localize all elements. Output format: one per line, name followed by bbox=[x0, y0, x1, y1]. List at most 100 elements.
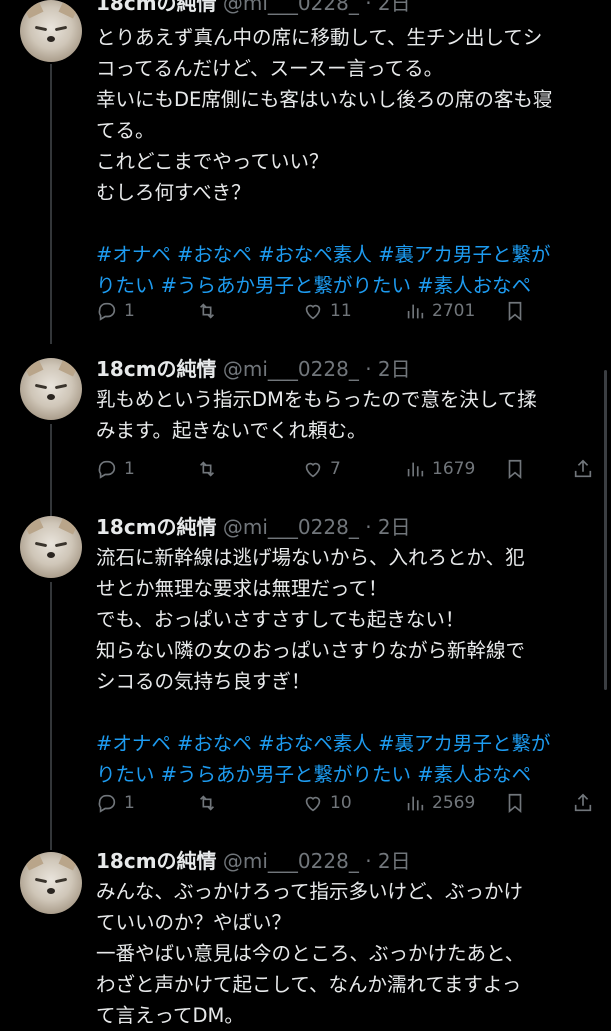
reply-button[interactable]: 1 bbox=[96, 788, 135, 818]
tweet[interactable]: 18cmの純情 @mi___0228_ · 2日 流石に新幹線は逃げ場ないから、… bbox=[0, 514, 611, 824]
tweet-header: 18cmの純情 @mi___0228_ · 2日 bbox=[96, 514, 411, 540]
tweet-line: とりあえず真ん中の席に移動して、生チン出してシ bbox=[96, 26, 543, 49]
share-icon bbox=[574, 459, 592, 478]
handle[interactable]: @mi___0228_ bbox=[223, 0, 359, 15]
reply-icon bbox=[98, 460, 116, 479]
handle[interactable]: @mi___0228_ bbox=[223, 849, 359, 873]
display-name[interactable]: 18cmの純情 bbox=[96, 357, 217, 381]
bookmark-button[interactable] bbox=[504, 454, 526, 484]
heart-icon bbox=[305, 304, 321, 320]
separator: · bbox=[365, 0, 372, 15]
tweet-line: 一番やばい意見は今のところ、ぶっかけたあと、 bbox=[96, 942, 525, 965]
retweet-icon bbox=[199, 461, 215, 477]
scrollbar[interactable] bbox=[604, 370, 607, 690]
reply-button[interactable]: 1 bbox=[96, 454, 135, 484]
action-bar: 1 10 2569 bbox=[96, 788, 596, 818]
heart-icon bbox=[305, 462, 321, 478]
tweet-text: 流石に新幹線は逃げ場ないから、入れろとか、犯 せとか無理な要求は無理だって！ で… bbox=[96, 542, 596, 790]
reply-icon bbox=[98, 302, 116, 321]
views-button[interactable]: 2569 bbox=[404, 788, 475, 818]
retweet-button[interactable] bbox=[196, 454, 224, 484]
retweet-button[interactable] bbox=[196, 296, 224, 326]
heart-icon bbox=[305, 796, 321, 812]
retweet-icon bbox=[199, 795, 215, 811]
tweet-line: むしろ何すべき？ bbox=[96, 181, 251, 204]
tweet-line: 知らない隣の女のおっぱいさすりながら新幹線で bbox=[96, 639, 526, 662]
tweet-line: 幸いにもDE席側にも客はいないし後ろの席の客も寝 bbox=[96, 88, 553, 111]
tweet-header: 18cmの純情 @mi___0228_ · 2日 bbox=[96, 356, 411, 382]
views-button[interactable]: 2701 bbox=[404, 296, 475, 326]
share-button[interactable] bbox=[572, 788, 594, 818]
separator: · bbox=[365, 515, 372, 539]
tweet-header: 18cmの純情 @mi___0228_ · 2日 bbox=[96, 0, 411, 16]
handle[interactable]: @mi___0228_ bbox=[223, 515, 359, 539]
reply-icon bbox=[98, 794, 116, 813]
timestamp[interactable]: 2日 bbox=[378, 0, 411, 15]
tweet[interactable]: 18cmの純情 @mi___0228_ · 2日 とりあえず真ん中の席に移動して… bbox=[0, 0, 611, 345]
bookmark-button[interactable] bbox=[504, 788, 526, 818]
reply-count: 1 bbox=[124, 301, 135, 321]
separator: · bbox=[365, 849, 372, 873]
retweet-icon bbox=[199, 303, 215, 319]
bar-chart-icon bbox=[407, 304, 424, 319]
share-button[interactable] bbox=[572, 454, 594, 484]
reply-count: 1 bbox=[124, 459, 135, 479]
like-button[interactable]: 11 bbox=[302, 296, 352, 326]
share-icon bbox=[574, 793, 592, 812]
hashtag-line[interactable]: #オナペ #おなペ #おなペ素人 #裏アカ男子と繋が bbox=[96, 239, 596, 270]
view-count: 2701 bbox=[432, 301, 476, 321]
bookmark-button[interactable] bbox=[504, 296, 526, 326]
like-button[interactable]: 7 bbox=[302, 454, 341, 484]
like-button[interactable]: 10 bbox=[302, 788, 352, 818]
view-count: 1679 bbox=[432, 459, 476, 479]
tweet-line: シコるの気持ち良すぎ！ bbox=[96, 670, 311, 693]
hashtag-line[interactable]: #オナペ #おなペ #おなペ素人 #裏アカ男子と繋が bbox=[96, 728, 596, 759]
tweet-header: 18cmの純情 @mi___0228_ · 2日 bbox=[96, 848, 411, 874]
like-count: 10 bbox=[330, 793, 352, 813]
display-name[interactable]: 18cmの純情 bbox=[96, 849, 217, 873]
tweet-line: これどこまでやっていい？ bbox=[96, 150, 329, 173]
action-bar: 1 7 1679 bbox=[96, 454, 596, 484]
bookmark-icon bbox=[508, 301, 522, 322]
tweet-line: コってるんだけど、スースー言ってる。 bbox=[96, 57, 444, 80]
display-name[interactable]: 18cmの純情 bbox=[96, 0, 217, 15]
tweet[interactable]: 18cmの純情 @mi___0228_ · 2日 乳もめという指示DMをもらった… bbox=[0, 356, 611, 496]
tweet[interactable]: 18cmの純情 @mi___0228_ · 2日 みんな、ぶっかけろって指示多い… bbox=[0, 848, 611, 1027]
bookmark-icon bbox=[508, 459, 522, 480]
action-bar: 1 11 2701 bbox=[96, 296, 596, 326]
tweet-text: とりあえず真ん中の席に移動して、生チン出してシ コってるんだけど、スースー言って… bbox=[96, 22, 596, 301]
avatar[interactable] bbox=[20, 516, 82, 578]
hashtag-line[interactable]: りたい #うらあか男子と繋がりたい #素人おなペ bbox=[96, 759, 596, 790]
separator: · bbox=[365, 357, 372, 381]
reply-button[interactable]: 1 bbox=[96, 296, 135, 326]
tweet-line: わざと声かけて起こして、なんか濡れてますよっ bbox=[96, 973, 522, 996]
views-button[interactable]: 1679 bbox=[404, 454, 475, 484]
tweet-line: て言えってDM。 bbox=[96, 1004, 244, 1027]
bookmark-icon bbox=[508, 793, 522, 814]
tweet-text: 乳もめという指示DMをもらったので意を決して揉 みます。起きないでくれ頼む。 bbox=[96, 384, 596, 446]
tweet-line: 乳もめという指示DMをもらったので意を決して揉 bbox=[96, 388, 537, 411]
tweet-line: みんな、ぶっかけろって指示多いけど、ぶっかけ bbox=[96, 880, 524, 903]
timestamp[interactable]: 2日 bbox=[378, 357, 411, 381]
like-count: 7 bbox=[330, 459, 341, 479]
tweet-text: みんな、ぶっかけろって指示多いけど、ぶっかけ ていいのか？やばい？ 一番やばい意… bbox=[96, 876, 596, 1031]
tweet-line: みます。起きないでくれ頼む。 bbox=[96, 419, 367, 442]
avatar[interactable] bbox=[20, 358, 82, 420]
tweet-line: せとか無理な要求は無理だって！ bbox=[96, 577, 388, 600]
tweet-line: てる。 bbox=[96, 119, 155, 142]
retweet-button[interactable] bbox=[196, 788, 224, 818]
tweet-line: ていいのか？やばい？ bbox=[96, 911, 292, 934]
tweet-line: 流石に新幹線は逃げ場ないから、入れろとか、犯 bbox=[96, 546, 525, 569]
like-count: 11 bbox=[330, 301, 352, 321]
handle[interactable]: @mi___0228_ bbox=[223, 357, 359, 381]
timestamp[interactable]: 2日 bbox=[378, 515, 411, 539]
reply-count: 1 bbox=[124, 793, 135, 813]
timestamp[interactable]: 2日 bbox=[378, 849, 411, 873]
avatar[interactable] bbox=[20, 852, 82, 914]
view-count: 2569 bbox=[432, 793, 476, 813]
display-name[interactable]: 18cmの純情 bbox=[96, 515, 217, 539]
bar-chart-icon bbox=[407, 796, 424, 811]
tweet-line: でも、おっぱいさすさすしても起きない！ bbox=[96, 608, 465, 631]
bar-chart-icon bbox=[407, 462, 424, 477]
avatar[interactable] bbox=[20, 0, 82, 62]
